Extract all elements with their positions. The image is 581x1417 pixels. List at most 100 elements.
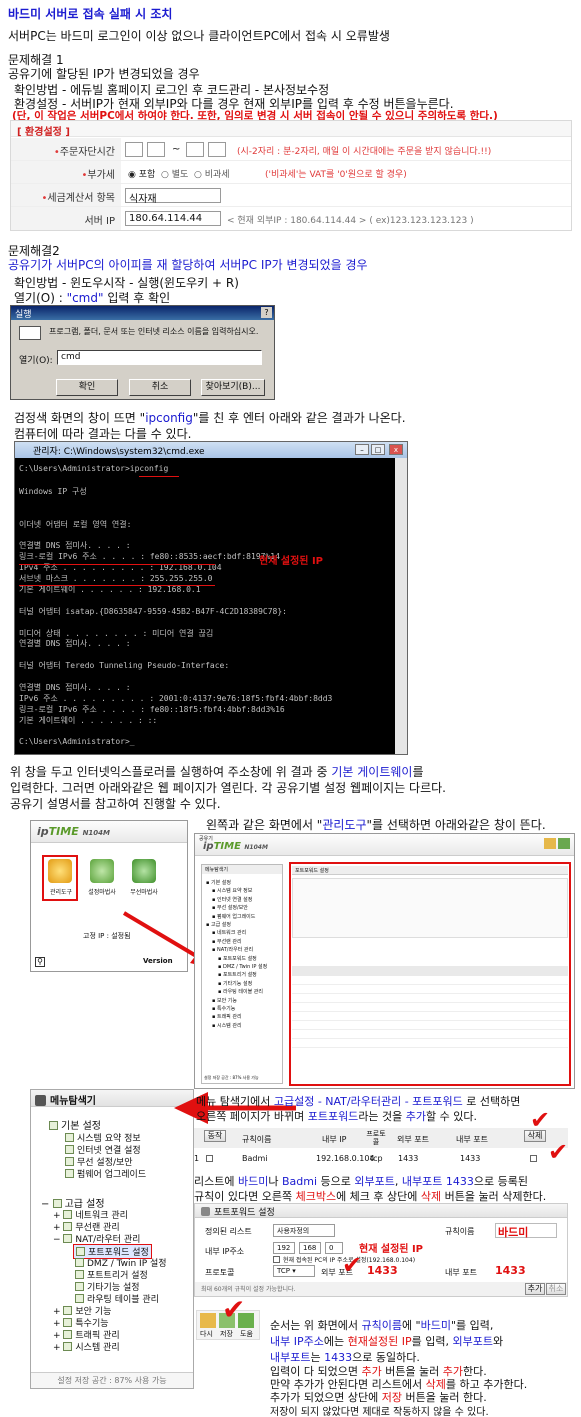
mini-tree-item[interactable]: ▪ NAT/라우터 관리 xyxy=(212,946,253,953)
mini-tree-item[interactable]: ▪ 시스템 요약 정보 xyxy=(212,887,252,894)
pf-th-ip: 내부 IP xyxy=(322,1135,347,1144)
pf-int-label: 내부 포트 xyxy=(445,1268,477,1277)
pf-form: 포트포워드 설정 정의된 리스트 사용자정의 규칙이름 바드미 내부 IP주소 … xyxy=(194,1203,568,1297)
admin-tool-icon[interactable] xyxy=(48,859,72,883)
mini-tree-item[interactable]: ▪ 고급 설정 xyxy=(206,921,231,928)
mini-tree-item[interactable]: ▪ 보안 기능 xyxy=(212,997,237,1004)
pf-row-enabled-checkbox[interactable] xyxy=(206,1155,213,1162)
reload-icon[interactable] xyxy=(200,1313,216,1328)
reload-label: 다시 xyxy=(200,1330,213,1338)
save-icon[interactable] xyxy=(544,838,556,849)
run-desc: 프로그램, 폴더, 문서 또는 인터넷 리소스 이름을 입력하십시오. xyxy=(49,327,259,336)
mini-table-header xyxy=(292,966,568,976)
pf-ip-part-3[interactable]: 0 xyxy=(325,1242,343,1254)
vat-row: •부가세 ◉ 포함 ○ 별도 ○ 비과세 ('비과세'는 VAT를 '0'원으로… xyxy=(11,161,571,184)
admin-content: 포트포워드 설정 xyxy=(292,866,568,1084)
admin-menu-panel: 메뉴탐색기 ▪ 기본 설정 ▪ 시스템 요약 정보 ▪ 인터넷 연결 설정 ▪ 무선 … xyxy=(201,864,283,1084)
mini-tree-item[interactable]: ▪ 네트워크 관리 xyxy=(212,929,246,936)
run-open-input[interactable]: cmd xyxy=(57,350,262,365)
vat-hint: ('비과세'는 VAT를 '0'원으로 할 경우) xyxy=(265,170,407,180)
tree-basic-item-3[interactable]: 펌웨어 업그레이드 xyxy=(65,1167,146,1180)
order-end-min[interactable] xyxy=(208,142,226,157)
setup-wizard-icon[interactable] xyxy=(90,859,114,883)
mini-tree-item[interactable]: ▪ 포트포워드 설정 xyxy=(218,955,257,962)
run-cancel-button[interactable]: 취소 xyxy=(129,379,191,396)
server-ip-input[interactable]: 180.64.114.44 xyxy=(125,211,221,226)
page-icon xyxy=(65,1145,74,1154)
run-browse-button[interactable]: 찾아보기(B)... xyxy=(201,379,265,396)
pf-ext-value[interactable]: 1433 xyxy=(367,1264,398,1277)
close-icon[interactable]: x xyxy=(389,444,403,455)
order-time-label: 주문자단시간 xyxy=(59,147,115,158)
tree-basic[interactable]: 기본 설정 xyxy=(49,1117,101,1132)
solution1-cause: 공유기에 할당된 IP가 변경되었을 경우 xyxy=(8,67,200,81)
cmd-line: IPv6 주소 . . . . . . . . . : 2001:0:4137:… xyxy=(19,693,333,703)
pf-desc-line1: 메뉴 탐색기에서 고급설정 - NAT/라우터관리 - 포트포워드 로 선택하면 xyxy=(196,1095,521,1108)
wireless-wizard-label: 무선마법사 xyxy=(130,889,158,896)
mini-tree-item[interactable]: ▪ 시스템 관리 xyxy=(212,1022,242,1029)
run-app-icon xyxy=(19,326,41,340)
mini-tree-item[interactable]: ▪ 라우팅 테이블 관리 xyxy=(218,988,263,995)
pf-add-button[interactable]: 추가 xyxy=(525,1283,545,1295)
vat-label: 부가세 xyxy=(87,170,115,181)
mini-tree-item[interactable]: ▪ 특수기능 xyxy=(212,1005,235,1012)
pf-row-delete-checkbox[interactable] xyxy=(530,1155,537,1162)
menu-explorer-storage: 설정 저장 공간 : 87% 사용 가능 xyxy=(31,1372,193,1388)
tree-other-3[interactable]: + 시스템 관리 xyxy=(53,1340,120,1353)
cmd-line: 링크-로컬 IPv6 주소 . . . . : fe80::8535:aecf:… xyxy=(19,552,280,562)
help-icon[interactable] xyxy=(558,838,570,849)
wireless-wizard-icon[interactable] xyxy=(132,859,156,883)
cmd-line: 연결별 DNS 접미사. . . . : xyxy=(19,683,131,692)
tax-input[interactable]: 식자재 xyxy=(125,188,221,205)
pf-form-title: 포트포워드 설정 xyxy=(214,1208,275,1218)
mini-tree-item[interactable]: ▪ 무선 설정/보안 xyxy=(212,904,248,911)
mini-tree-item[interactable]: ▪ 무선랜 관리 xyxy=(212,938,242,945)
pf-th-int: 내부 포트 xyxy=(456,1135,488,1144)
checkmark-icon-2: ✔ xyxy=(548,1138,569,1166)
cmd-scrollbar[interactable] xyxy=(395,458,407,754)
mini-tree-item[interactable]: ▪ 펌웨어 업그레이드 xyxy=(212,913,255,920)
gateway-underline xyxy=(19,585,215,586)
pf-current-ip-checkbox[interactable] xyxy=(273,1256,280,1263)
vat-radio-include[interactable]: ◉ 포함 xyxy=(128,170,155,180)
menu-explorer: 메뉴탐색기 기본 설정 시스템 요약 정보 인터넷 연결 설정 무선 설정/보안… xyxy=(30,1089,194,1389)
pf-rule-input[interactable]: 바드미 xyxy=(495,1223,557,1239)
pf-cancel-button[interactable]: 취소 xyxy=(546,1283,566,1295)
pf-rule-label: 규칙이름 xyxy=(445,1227,475,1236)
pf-ip-part-1[interactable]: 192 xyxy=(273,1242,295,1254)
mini-tree-item[interactable]: ▪ 인터넷 연결 설정 xyxy=(212,896,252,903)
checkmark-icon: ✔ xyxy=(530,1106,551,1134)
mini-tree-item[interactable]: ▪ DMZ / Twin IP 설정 xyxy=(218,963,267,970)
help-icon[interactable]: ? xyxy=(261,307,272,318)
mini-tree-item[interactable]: ▪ 기타기능 설정 xyxy=(218,980,252,987)
page-icon xyxy=(76,1247,85,1256)
solution2-open: 열기(O) : "cmd" 입력 후 확인 xyxy=(14,291,171,305)
maximize-icon[interactable]: □ xyxy=(371,444,385,455)
pf-th-action[interactable]: 동작 xyxy=(204,1130,226,1142)
pf-policy-select[interactable]: 사용자정의 xyxy=(273,1224,335,1237)
mini-table-row xyxy=(292,977,568,985)
admin-menu-title: 메뉴탐색기 xyxy=(202,865,282,874)
mini-table-row xyxy=(292,1040,568,1048)
vat-radio-exempt[interactable]: ○ 비과세 xyxy=(194,170,230,180)
search-icon[interactable]: ⚲ xyxy=(35,957,45,967)
order-end-hour[interactable] xyxy=(186,142,204,157)
cmd-line: Windows IP 구성 xyxy=(19,486,87,496)
run-dialog-title: 실행 xyxy=(15,310,32,320)
pf-proto-select[interactable]: TCP ▾ xyxy=(273,1265,315,1277)
run-ok-button[interactable]: 확인 xyxy=(56,379,118,396)
folder-icon xyxy=(63,1306,73,1315)
pf-ip-part-2[interactable]: 168 xyxy=(299,1242,321,1254)
mini-tree-item[interactable]: ▪ 기본 설정 xyxy=(206,879,231,886)
vat-radio-separate[interactable]: ○ 별도 xyxy=(161,170,188,180)
mini-tree-item[interactable]: ▪ 트래픽 관리 xyxy=(212,1013,242,1020)
tax-label: 세금계산서 항목 xyxy=(47,193,115,204)
mini-tree-item[interactable]: ▪ 포트트리거 설정 xyxy=(218,971,257,978)
page-icon xyxy=(75,1258,84,1267)
pf-int-value[interactable]: 1433 xyxy=(495,1264,526,1277)
order-start-hour[interactable] xyxy=(125,142,143,157)
minimize-icon[interactable]: – xyxy=(355,444,369,455)
admin-desc: 왼쪽과 같은 화면에서 "관리도구"를 선택하면 아래와같은 창이 뜬다. xyxy=(206,818,546,832)
order-start-min[interactable] xyxy=(147,142,165,157)
page-icon xyxy=(65,1157,74,1166)
